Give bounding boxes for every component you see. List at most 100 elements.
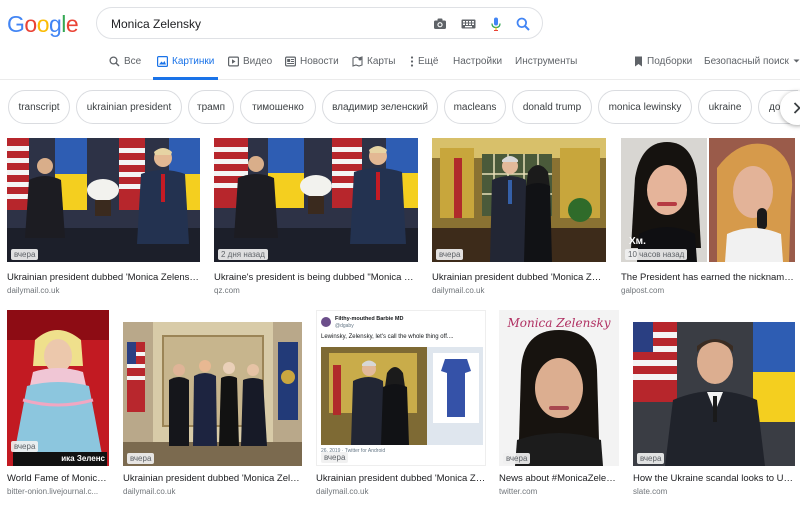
result-title[interactable]: World Fame of Monica ...: [7, 473, 109, 484]
result-thumbnail[interactable]: вчера: [7, 138, 200, 262]
result-thumbnail[interactable]: Monica Zelensky вчера: [499, 310, 619, 466]
image-result[interactable]: ика Зеленс вчера World Fame of Monica ..…: [7, 310, 109, 500]
image-overlay-text: Monica Zelensky: [507, 316, 611, 330]
safesearch-dropdown[interactable]: Безопасный поиск: [704, 56, 800, 80]
tab-label: Настройки: [453, 56, 503, 67]
microphone-icon[interactable]: [487, 15, 505, 33]
tab-label: Новости: [300, 56, 339, 67]
tab-all[interactable]: Все: [109, 56, 141, 80]
time-badge: вчера: [637, 453, 665, 464]
time-badge: 2 дня назад: [218, 249, 268, 260]
tab-settings[interactable]: Настройки: [453, 56, 502, 80]
time-badge: вчера: [127, 453, 155, 464]
result-source[interactable]: dailymail.co.uk: [7, 286, 200, 295]
tab-label: Ещё: [418, 56, 439, 67]
result-title[interactable]: News about #MonicaZelen...: [499, 473, 619, 484]
chevron-right-icon: [793, 102, 800, 114]
chip-label: macleans: [453, 101, 497, 113]
avatar: [321, 317, 331, 327]
chip-label: monica lewinsky: [608, 101, 682, 113]
tab-videos[interactable]: Видео: [228, 56, 272, 80]
image-result[interactable]: вчера Ukrainian president dubbed 'Monica…: [7, 138, 200, 298]
saved-label: Подборки: [647, 56, 693, 67]
result-source[interactable]: dailymail.co.uk: [123, 487, 302, 496]
tab-label: Все: [124, 56, 142, 67]
google-logo[interactable]: Google: [7, 11, 79, 38]
time-badge: вчера: [321, 452, 349, 463]
time-badge: 10 часов назад: [625, 249, 688, 260]
result-title[interactable]: Ukrainian president dubbed 'Monica Zelen…: [7, 272, 200, 283]
result-source[interactable]: bitter-onion.livejournal.c...: [7, 487, 109, 496]
related-chip[interactable]: ukraine: [698, 90, 752, 124]
result-thumbnail[interactable]: 2 дня назад: [214, 138, 418, 262]
result-thumbnail[interactable]: вчера: [123, 322, 302, 466]
image-result[interactable]: вчера How the Ukraine scandal looks to U…: [633, 322, 795, 500]
related-chip[interactable]: владимир зеленский: [322, 90, 438, 124]
chip-label: владимир зеленский: [332, 101, 428, 113]
result-title[interactable]: Ukrainian president dubbed 'Monica Zele.…: [123, 473, 302, 484]
search-box[interactable]: [96, 7, 543, 39]
result-source[interactable]: dailymail.co.uk: [432, 286, 606, 295]
image-result[interactable]: вчера Ukrainian president dubbed 'Monica…: [432, 138, 606, 298]
image-result[interactable]: 2 дня назад Ukraine's president is being…: [214, 138, 418, 298]
tab-tools[interactable]: Инструменты: [515, 56, 577, 80]
result-title[interactable]: Ukrainian president dubbed 'Monica Zele.…: [432, 272, 606, 283]
tab-label: Карты: [367, 56, 396, 67]
related-chip[interactable]: transcript: [8, 90, 70, 124]
tab-more[interactable]: Ещё: [410, 56, 438, 80]
time-badge: вчера: [436, 249, 464, 260]
tab-news[interactable]: Новости: [285, 56, 339, 80]
result-thumbnail[interactable]: вчера: [432, 138, 606, 262]
map-icon: [352, 56, 363, 67]
tab-maps[interactable]: Карты: [352, 56, 396, 80]
page: Google Все Картинки: [0, 0, 800, 505]
saved-collections-link[interactable]: Подборки: [634, 56, 692, 80]
tab-label: Видео: [243, 56, 273, 67]
tweet-handle: @dgaby: [335, 323, 354, 329]
image-result[interactable]: Filthy-mouthed Barbie MD @dgaby Lewinsky…: [316, 310, 486, 500]
time-badge: вчера: [11, 441, 39, 452]
related-chip[interactable]: тимошенко: [240, 90, 316, 124]
related-chip[interactable]: monica lewinsky: [598, 90, 692, 124]
chip-label: трамп: [197, 101, 225, 113]
result-title[interactable]: Ukrainian president dubbed 'Monica Zele.…: [316, 473, 486, 484]
result-source[interactable]: dailymail.co.uk: [316, 487, 486, 496]
result-thumbnail[interactable]: ика Зеленс вчера: [7, 310, 109, 466]
result-source[interactable]: slate.com: [633, 487, 795, 496]
chip-label: тимошенко: [252, 101, 304, 113]
result-thumbnail[interactable]: Filthy-mouthed Barbie MD @dgaby Lewinsky…: [316, 310, 486, 466]
related-chip[interactable]: donald trump: [512, 90, 592, 124]
search-icon[interactable]: [514, 15, 532, 33]
result-source[interactable]: twitter.com: [499, 487, 619, 496]
time-badge: вчера: [503, 453, 531, 464]
video-icon: [228, 56, 239, 67]
tweet-user: Filthy-mouthed Barbie MD: [335, 316, 404, 322]
image-result[interactable]: Хм. 10 часов назад The President has ear…: [621, 138, 795, 298]
chip-label: ukraine: [708, 101, 742, 113]
result-thumbnail[interactable]: вчера: [633, 322, 795, 466]
result-source[interactable]: galpost.com: [621, 286, 795, 295]
related-chip[interactable]: macleans: [444, 90, 506, 124]
image-icon: [157, 56, 168, 67]
result-title[interactable]: How the Ukraine scandal looks to Ukr...: [633, 473, 795, 484]
keyboard-icon[interactable]: [459, 15, 477, 33]
image-result[interactable]: Monica Zelensky вчера News about #Monica…: [499, 310, 619, 500]
related-chip[interactable]: ukrainian president: [76, 90, 182, 124]
tab-label: Инструменты: [515, 56, 578, 67]
result-title[interactable]: The President has earned the nickname ".…: [621, 272, 795, 283]
chip-label: ukrainian president: [86, 101, 172, 113]
tab-label: Картинки: [172, 56, 215, 67]
time-badge: вчера: [11, 249, 39, 260]
search-input[interactable]: [111, 15, 411, 33]
related-chip[interactable]: трамп: [188, 90, 234, 124]
result-thumbnail[interactable]: Хм. 10 часов назад: [621, 138, 795, 262]
related-searches: transcript ukrainian president трамп тим…: [0, 90, 800, 126]
result-source[interactable]: qz.com: [214, 286, 418, 295]
image-result[interactable]: вчера Ukrainian president dubbed 'Monica…: [123, 322, 302, 500]
result-title[interactable]: Ukraine's president is being dubbed "Mon…: [214, 272, 418, 283]
image-overlay-text: Хм.: [629, 236, 646, 247]
tab-images[interactable]: Картинки: [153, 56, 219, 80]
bookmark-icon: [635, 56, 642, 67]
tweet-text: Lewinsky, Zelensky, let's call the whole…: [321, 334, 454, 340]
camera-icon[interactable]: [431, 15, 449, 33]
